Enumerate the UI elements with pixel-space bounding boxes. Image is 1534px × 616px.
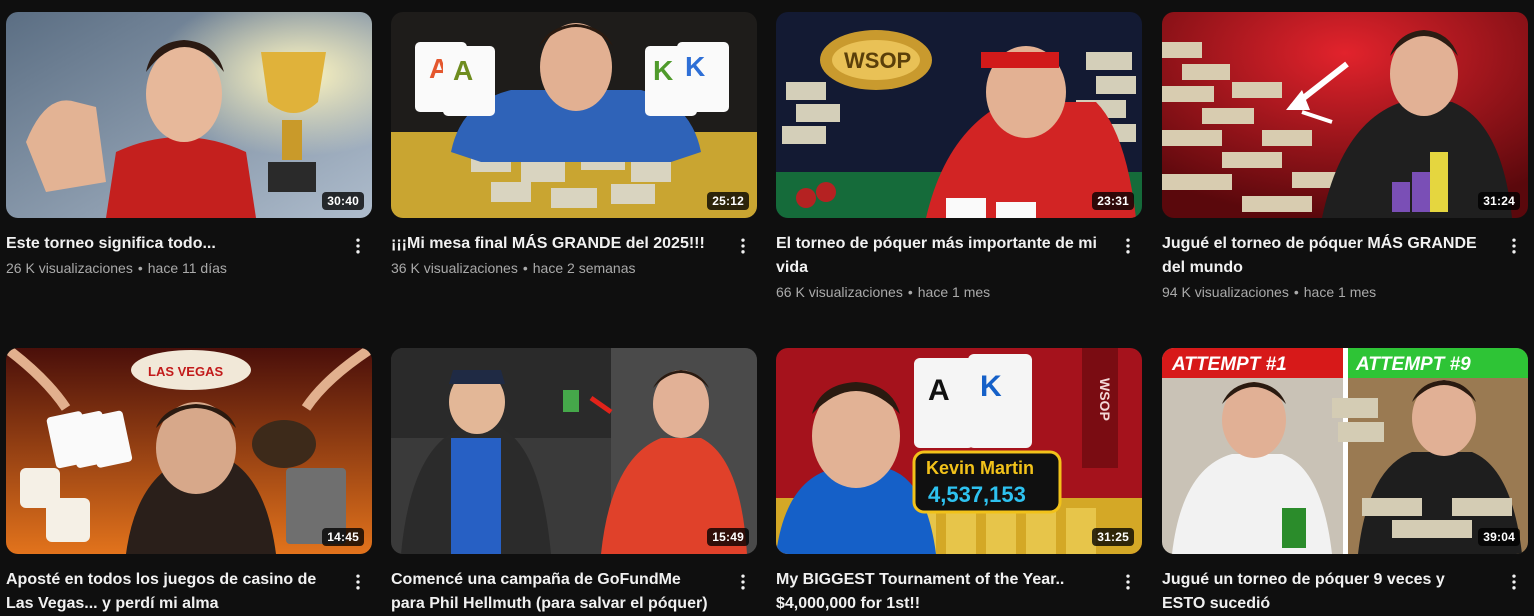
thumbnail-art: A A K K xyxy=(391,12,757,218)
thumbnail-art xyxy=(1162,12,1528,218)
view-count: 94 K visualizaciones xyxy=(1162,284,1289,300)
video-card[interactable]: WSOP 23:31 El torneo de póquer más impor… xyxy=(776,12,1142,302)
video-duration: 15:49 xyxy=(707,528,749,546)
video-card[interactable]: A K Kevin Martin 4,537,153 WSOP 31:25 My… xyxy=(776,348,1142,616)
video-title[interactable]: El torneo de póquer más importante de mi… xyxy=(776,232,1142,280)
video-thumbnail[interactable]: 30:40 xyxy=(6,12,372,218)
more-vertical-icon xyxy=(1126,238,1130,254)
video-title[interactable]: My BIGGEST Tournament of the Year.. $4,0… xyxy=(776,568,1142,616)
more-vertical-icon xyxy=(356,238,360,254)
more-actions-button[interactable] xyxy=(346,570,370,594)
video-stats: 26 K visualizaciones • hace 11 días xyxy=(6,260,227,276)
video-thumbnail[interactable]: A K Kevin Martin 4,537,153 WSOP 31:25 xyxy=(776,348,1142,554)
video-stats: 36 K visualizaciones • hace 2 semanas xyxy=(391,260,636,276)
video-card[interactable]: LAS VEGAS 14:45 Aposté en todos los jueg… xyxy=(6,348,372,616)
video-thumbnail[interactable]: LAS VEGAS 14:45 xyxy=(6,348,372,554)
thumbnail-art: LAS VEGAS xyxy=(6,348,372,554)
video-duration: 23:31 xyxy=(1092,192,1134,210)
ring-text: WSOP xyxy=(844,48,911,73)
upload-age: hace 1 mes xyxy=(1303,284,1377,300)
video-stats: 66 K visualizaciones • hace 1 mes xyxy=(776,284,991,300)
attempt-1-text: ATTEMPT #1 xyxy=(1171,354,1287,375)
more-vertical-icon xyxy=(1512,238,1516,254)
video-card[interactable]: 30:40 Este torneo significa todo... 26 K… xyxy=(6,12,372,278)
video-thumbnail[interactable]: A A K K 25:12 xyxy=(391,12,757,218)
video-card[interactable]: A A K K 25:12 ¡¡¡Mi mesa final MÁS GRAND… xyxy=(391,12,757,278)
card-rank-text: A xyxy=(453,55,473,86)
view-count: 36 K visualizaciones xyxy=(391,260,518,276)
more-actions-button[interactable] xyxy=(1502,234,1526,258)
more-actions-button[interactable] xyxy=(731,570,755,594)
upload-age: hace 11 días xyxy=(147,260,227,276)
thumbnail-art xyxy=(391,348,757,554)
upload-age: hace 2 semanas xyxy=(532,260,636,276)
more-actions-button[interactable] xyxy=(1116,234,1140,258)
video-card[interactable]: ATTEMPT #1 ATTEMPT #9 39:04 Jugué un tor… xyxy=(1162,348,1528,616)
more-actions-button[interactable] xyxy=(346,234,370,258)
video-duration: 30:40 xyxy=(322,192,364,210)
video-thumbnail[interactable]: 15:49 xyxy=(391,348,757,554)
vegas-sign-text: LAS VEGAS xyxy=(148,364,223,379)
video-duration: 25:12 xyxy=(707,192,749,210)
video-title[interactable]: Jugué un torneo de póquer 9 veces y ESTO… xyxy=(1162,568,1528,616)
video-title[interactable]: Aposté en todos los juegos de casino de … xyxy=(6,568,372,616)
upload-age: hace 1 mes xyxy=(917,284,991,300)
video-duration: 39:04 xyxy=(1478,528,1520,546)
view-count: 66 K visualizaciones xyxy=(776,284,903,300)
chip-count-text: 4,537,153 xyxy=(928,482,1026,507)
video-card[interactable]: 31:24 Jugué el torneo de póquer MÁS GRAN… xyxy=(1162,12,1528,302)
wsop-vertical-text: WSOP xyxy=(1097,378,1113,421)
video-duration: 31:25 xyxy=(1092,528,1134,546)
thumbnail-art: WSOP xyxy=(776,12,1142,218)
video-title[interactable]: Este torneo significa todo... xyxy=(6,232,372,256)
video-thumbnail[interactable]: 31:24 xyxy=(1162,12,1528,218)
video-stats: 94 K visualizaciones • hace 1 mes xyxy=(1162,284,1377,300)
video-title[interactable]: ¡¡¡Mi mesa final MÁS GRANDE del 2025!!! xyxy=(391,232,757,256)
more-actions-button[interactable] xyxy=(731,234,755,258)
video-title[interactable]: Jugué el torneo de póquer MÁS GRANDE del… xyxy=(1162,232,1528,280)
thumbnail-art: A K Kevin Martin 4,537,153 WSOP xyxy=(776,348,1142,554)
attempt-9-text: ATTEMPT #9 xyxy=(1355,354,1471,375)
video-thumbnail[interactable]: WSOP 23:31 xyxy=(776,12,1142,218)
card-rank-text: K xyxy=(685,51,705,82)
video-duration: 31:24 xyxy=(1478,192,1520,210)
video-card[interactable]: 15:49 Comencé una campaña de GoFundMe pa… xyxy=(391,348,757,616)
more-vertical-icon xyxy=(1126,574,1130,590)
video-duration: 14:45 xyxy=(322,528,364,546)
more-vertical-icon xyxy=(741,238,745,254)
more-actions-button[interactable] xyxy=(1116,570,1140,594)
thumbnail-art: ATTEMPT #1 ATTEMPT #9 xyxy=(1162,348,1528,554)
card-rank-text: A xyxy=(928,374,950,407)
more-vertical-icon xyxy=(1512,574,1516,590)
more-actions-button[interactable] xyxy=(1502,570,1526,594)
video-thumbnail[interactable]: ATTEMPT #1 ATTEMPT #9 39:04 xyxy=(1162,348,1528,554)
card-rank-text: K xyxy=(980,370,1002,403)
video-title[interactable]: Comencé una campaña de GoFundMe para Phi… xyxy=(391,568,757,616)
card-rank-text: K xyxy=(653,55,673,86)
view-count: 26 K visualizaciones xyxy=(6,260,133,276)
more-vertical-icon xyxy=(356,574,360,590)
more-vertical-icon xyxy=(741,574,745,590)
player-name-text: Kevin Martin xyxy=(926,458,1034,478)
thumbnail-art xyxy=(6,12,372,218)
video-grid: 30:40 Este torneo significa todo... 26 K… xyxy=(0,0,1534,612)
